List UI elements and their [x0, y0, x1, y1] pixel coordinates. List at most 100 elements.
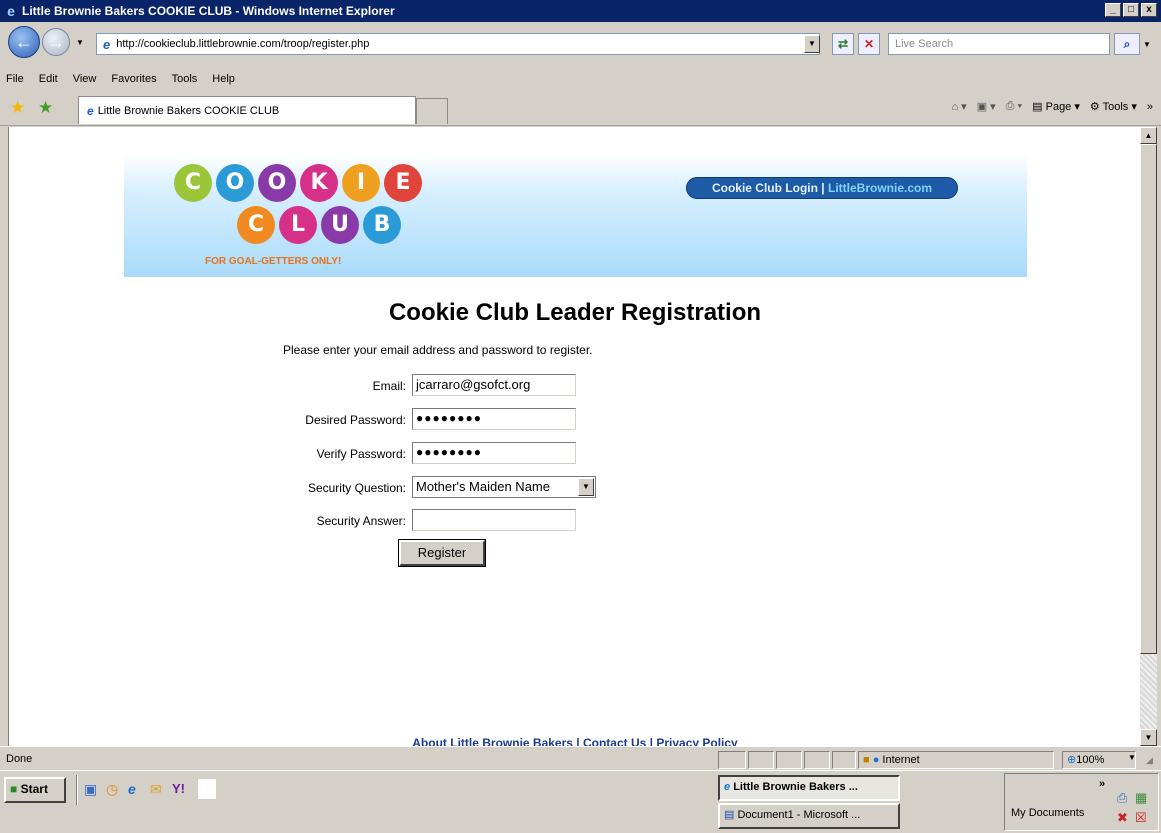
password-field[interactable]: ●●●●●●●● [412, 408, 576, 430]
menu-tools[interactable]: Tools [166, 73, 207, 85]
start-button[interactable]: ■ Start [4, 777, 66, 803]
email-label: Email: [372, 379, 406, 393]
clock-icon[interactable]: ◷ [106, 781, 118, 798]
search-icon[interactable]: ⌕ [1114, 33, 1140, 55]
form-instructions: Please enter your email address and pass… [283, 343, 593, 357]
security-zone[interactable]: ■ ● Internet [858, 751, 1054, 769]
page-title: Cookie Club Leader Registration [388, 299, 762, 326]
page-viewport: C O O K I E C L U B FOR GOAL-GETTERS ONL… [8, 127, 1140, 746]
logo-letter: E [384, 164, 422, 202]
cookie-club-banner: C O O K I E C L U B FOR GOAL-GETTERS ONL… [124, 154, 1027, 277]
address-bar[interactable]: e http://cookieclub.littlebrownie.com/tr… [96, 33, 820, 55]
new-tab-button[interactable] [416, 98, 448, 124]
search-input[interactable]: Live Search [888, 33, 1110, 55]
zoom-dropdown-icon[interactable]: ▼ [1128, 753, 1136, 762]
password-label: Desired Password: [305, 413, 406, 427]
logo-letter: O [258, 164, 296, 202]
security-question-select[interactable]: Mother's Maiden Name ▼ [412, 476, 596, 498]
taskbar-ie-window[interactable]: e Little Brownie Bakers ... [718, 775, 900, 801]
address-toolbar: ← → ▼ e http://cookieclub.littlebrownie.… [0, 22, 1161, 68]
tab-row: ★ ★ e Little Brownie Bakers COOKIE CLUB … [0, 90, 1161, 126]
chevron-down-icon[interactable]: ▼ [578, 478, 594, 496]
logo-letter: C [174, 164, 212, 202]
add-favorite-icon[interactable]: ★ [38, 98, 53, 118]
minimize-button[interactable]: _ [1105, 3, 1121, 17]
maximize-button[interactable]: □ [1123, 3, 1139, 17]
title-bar: e Little Brownie Bakers COOKIE CLUB - Wi… [0, 0, 1161, 22]
favorites-center-icon[interactable]: ★ [10, 98, 25, 118]
home-icon[interactable]: ⌂ ▾ [951, 100, 966, 113]
ie-logo-icon: e [7, 3, 15, 19]
print-icon[interactable]: ⎙ ▾ [1006, 100, 1022, 113]
logo-letter: C [237, 206, 275, 244]
logo-letter: O [216, 164, 254, 202]
taskbar-word-window[interactable]: ▤ Document1 - Microsoft ... [718, 803, 900, 829]
blank-launch-icon[interactable] [198, 779, 216, 799]
security-answer-field[interactable] [412, 509, 576, 531]
menu-help[interactable]: Help [206, 73, 244, 85]
menu-file[interactable]: File [0, 73, 33, 85]
resize-grip-icon[interactable]: ◢ [1146, 755, 1153, 766]
logo-letter: I [342, 164, 380, 202]
verify-password-label: Verify Password: [316, 447, 406, 461]
globe-icon: ● [872, 754, 883, 766]
stop-icon[interactable]: ✕ [858, 33, 880, 55]
quicklaunch-divider [76, 775, 78, 805]
register-button[interactable]: Register [398, 539, 486, 567]
status-panel [804, 751, 830, 769]
printer-tray-icon[interactable]: ⎙ [1117, 790, 1127, 806]
yahoo-icon[interactable]: Y! [172, 781, 185, 796]
email-field[interactable]: jcarraro@gsofct.org [412, 374, 576, 396]
ie-launch-icon[interactable]: e [128, 781, 136, 797]
close-button[interactable]: x [1141, 3, 1157, 17]
forward-button[interactable]: → [42, 28, 70, 56]
scroll-down-icon[interactable]: ▼ [1140, 729, 1157, 746]
search-options-dropdown-icon[interactable]: ▼ [1143, 40, 1151, 49]
feeds-icon[interactable]: ▣ ▾ [977, 100, 996, 113]
taskbar: ■ Start ▣ ◷ e ✉ Y! e Little Brownie Bake… [0, 770, 1161, 833]
tray-more-icon[interactable]: » [1099, 778, 1105, 790]
cookie-club-logo: C O O K I E C L U B [174, 164, 444, 256]
zoom-control[interactable]: ⊕100% [1062, 751, 1136, 769]
outlook-icon[interactable]: ✉ [150, 781, 162, 798]
footer-separator: | [572, 736, 583, 746]
error-tray-icon[interactable]: ☒ [1135, 810, 1147, 826]
toolbar-more-icon[interactable]: » [1147, 101, 1153, 113]
start-label: Start [20, 782, 48, 796]
back-button[interactable]: ← [8, 26, 40, 58]
show-desktop-icon[interactable]: ▣ [84, 781, 97, 798]
logo-tagline: FOR GOAL-GETTERS ONLY! [205, 256, 342, 267]
privacy-link[interactable]: Privacy Policy [656, 736, 737, 746]
page-icon: e [103, 36, 111, 52]
security-answer-label: Security Answer: [316, 514, 406, 528]
zone-label: Internet [882, 754, 920, 766]
status-panel [832, 751, 856, 769]
network-tray-icon[interactable]: ▦ [1135, 790, 1147, 806]
scroll-up-icon[interactable]: ▲ [1140, 127, 1157, 144]
logo-letter: K [300, 164, 338, 202]
tab-cookie-club[interactable]: e Little Brownie Bakers COOKIE CLUB [78, 96, 416, 124]
tools-menu-label: Tools [1102, 101, 1129, 113]
my-documents-toolbar[interactable]: My Documents [1011, 807, 1084, 819]
scroll-thumb[interactable] [1140, 144, 1157, 654]
zoom-icon: ⊕ [1067, 754, 1077, 766]
cookie-club-login-link[interactable]: Cookie Club Login [712, 181, 818, 195]
menu-favorites[interactable]: Favorites [105, 73, 165, 85]
page-menu-label: Page [1045, 101, 1072, 113]
security-question-label: Security Question: [307, 481, 406, 495]
verify-password-field[interactable]: ●●●●●●●● [412, 442, 576, 464]
command-bar: ⌂ ▾ ▣ ▾ ⎙ ▾ ▤ Page ▾ ⚙ Tools ▾ » [951, 100, 1153, 113]
littlebrownie-link[interactable]: LittleBrownie.com [828, 181, 932, 195]
security-alert-icon[interactable]: ✖ [1117, 810, 1128, 826]
recent-pages-dropdown-icon[interactable]: ▼ [76, 38, 84, 47]
contact-link[interactable]: Contact Us [583, 736, 646, 746]
menu-edit[interactable]: Edit [33, 73, 67, 85]
menu-view[interactable]: View [67, 73, 106, 85]
tab-page-icon: e [87, 103, 94, 118]
refresh-icon[interactable]: ⇄ [832, 33, 854, 55]
address-dropdown-icon[interactable]: ▼ [804, 35, 820, 53]
page-menu[interactable]: ▤ Page ▾ [1032, 100, 1080, 113]
about-link[interactable]: About Little Brownie Bakers [412, 736, 573, 746]
tools-menu[interactable]: ⚙ Tools ▾ [1090, 100, 1137, 113]
vertical-scrollbar[interactable]: ▲ ▼ [1140, 127, 1157, 746]
